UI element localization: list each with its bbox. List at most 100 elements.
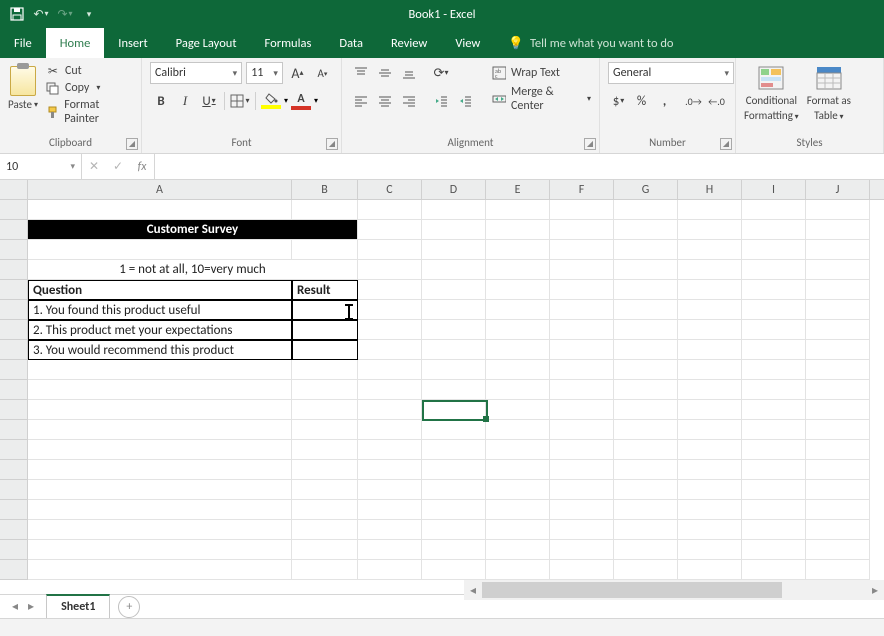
cell[interactable]: [614, 220, 678, 240]
accounting-format-icon[interactable]: $▾: [608, 90, 629, 112]
cell[interactable]: [358, 260, 422, 280]
cell[interactable]: Question: [28, 280, 292, 300]
cell[interactable]: [422, 400, 486, 420]
cell[interactable]: [742, 480, 806, 500]
cell[interactable]: [806, 480, 870, 500]
cell[interactable]: [806, 400, 870, 420]
cell[interactable]: [486, 380, 550, 400]
cell[interactable]: [678, 300, 742, 320]
worksheet-grid[interactable]: A B C D E F G H I J Customer Survey1 = n…: [0, 180, 884, 596]
cell[interactable]: [422, 280, 486, 300]
cell[interactable]: [292, 560, 358, 580]
cell[interactable]: [614, 460, 678, 480]
cell[interactable]: [742, 520, 806, 540]
cell[interactable]: [422, 300, 486, 320]
cell[interactable]: [422, 500, 486, 520]
cell[interactable]: [806, 240, 870, 260]
col-header-E[interactable]: E: [486, 180, 550, 199]
cell[interactable]: [550, 260, 614, 280]
cell[interactable]: [358, 300, 422, 320]
cell[interactable]: [358, 220, 422, 240]
cell[interactable]: [678, 460, 742, 480]
cell[interactable]: [28, 200, 292, 220]
row-header[interactable]: [0, 240, 28, 260]
decrease-indent-icon[interactable]: [430, 90, 452, 112]
cell[interactable]: [292, 440, 358, 460]
orientation-icon[interactable]: ⟳▾: [430, 62, 452, 84]
cell[interactable]: [28, 480, 292, 500]
cell[interactable]: [742, 300, 806, 320]
cell[interactable]: [486, 400, 550, 420]
cell[interactable]: [806, 560, 870, 580]
cell[interactable]: [614, 360, 678, 380]
cell[interactable]: [742, 460, 806, 480]
increase-indent-icon[interactable]: [454, 90, 476, 112]
enter-formula-icon[interactable]: ✓: [106, 159, 130, 174]
cell[interactable]: [678, 420, 742, 440]
cell[interactable]: [678, 440, 742, 460]
cell[interactable]: [742, 240, 806, 260]
save-icon[interactable]: [6, 3, 28, 25]
cell[interactable]: [292, 400, 358, 420]
cell[interactable]: [422, 320, 486, 340]
align-right-icon[interactable]: [398, 90, 420, 112]
cell[interactable]: [806, 200, 870, 220]
cell[interactable]: [422, 240, 486, 260]
cell[interactable]: [550, 280, 614, 300]
cell[interactable]: [422, 520, 486, 540]
horizontal-scrollbar[interactable]: ◂ ▸: [464, 580, 884, 600]
cell[interactable]: [486, 540, 550, 560]
undo-icon[interactable]: ↶▾: [30, 3, 52, 25]
cell[interactable]: [358, 520, 422, 540]
cell[interactable]: [292, 240, 358, 260]
cell[interactable]: [486, 280, 550, 300]
tab-home[interactable]: Home: [46, 28, 105, 58]
sheet-tab-1[interactable]: Sheet1: [46, 594, 110, 618]
sheet-nav-next-icon[interactable]: ▸: [28, 599, 34, 614]
cell[interactable]: [742, 560, 806, 580]
cell[interactable]: [486, 240, 550, 260]
borders-button[interactable]: ▾: [229, 90, 251, 112]
cell[interactable]: [806, 360, 870, 380]
cell[interactable]: [422, 340, 486, 360]
cell[interactable]: [550, 360, 614, 380]
cell[interactable]: [678, 200, 742, 220]
font-launcher[interactable]: ◢: [326, 138, 338, 150]
cell[interactable]: [678, 520, 742, 540]
cell[interactable]: [614, 260, 678, 280]
scroll-right-icon[interactable]: ▸: [866, 583, 884, 598]
cell[interactable]: [806, 540, 870, 560]
percent-format-icon[interactable]: %: [631, 90, 652, 112]
cell[interactable]: [678, 260, 742, 280]
row-header[interactable]: [0, 460, 28, 480]
cell[interactable]: [422, 200, 486, 220]
align-center-icon[interactable]: [374, 90, 396, 112]
cell[interactable]: [486, 440, 550, 460]
increase-font-icon[interactable]: A▴: [287, 62, 308, 84]
cell[interactable]: [486, 300, 550, 320]
cell[interactable]: [806, 440, 870, 460]
cell[interactable]: [550, 300, 614, 320]
row-header[interactable]: [0, 220, 28, 240]
cell[interactable]: [292, 360, 358, 380]
qat-customize-icon[interactable]: ▾: [78, 3, 100, 25]
cell[interactable]: [550, 340, 614, 360]
cell[interactable]: [292, 520, 358, 540]
formula-bar-input[interactable]: [155, 154, 884, 179]
cell[interactable]: [550, 520, 614, 540]
cell[interactable]: [358, 500, 422, 520]
cell[interactable]: [614, 280, 678, 300]
conditional-formatting-button[interactable]: Conditional Formatting ▾: [744, 64, 799, 123]
fx-icon[interactable]: fx: [130, 160, 154, 174]
number-format-combo[interactable]: General▾: [608, 62, 734, 84]
row-header[interactable]: [0, 560, 28, 580]
redo-icon[interactable]: ↷▾: [54, 3, 76, 25]
wrap-text-button[interactable]: abcWrap Text: [492, 62, 591, 84]
cell[interactable]: [358, 440, 422, 460]
cell[interactable]: [806, 520, 870, 540]
cell[interactable]: [678, 500, 742, 520]
cell[interactable]: [28, 540, 292, 560]
font-color-button[interactable]: A: [290, 90, 312, 112]
cell[interactable]: [28, 560, 292, 580]
cell[interactable]: [358, 400, 422, 420]
